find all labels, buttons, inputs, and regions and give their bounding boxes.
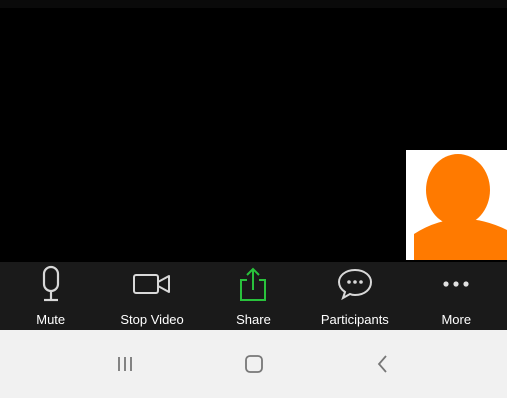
microphone-icon	[42, 265, 59, 302]
android-navigation-bar	[0, 330, 507, 398]
mute-button[interactable]: Mute	[3, 262, 99, 330]
participants-button[interactable]: Participants	[307, 262, 403, 330]
back-icon	[377, 355, 387, 373]
participants-label: Participants	[320, 312, 389, 327]
more-dots-icon	[443, 281, 469, 287]
back-button[interactable]	[353, 339, 413, 389]
self-video-thumbnail[interactable]	[406, 150, 507, 260]
mute-label: Mute	[36, 312, 66, 327]
participants-chat-icon	[337, 268, 372, 301]
video-camera-icon	[133, 274, 171, 294]
share-icon	[240, 267, 267, 301]
status-bar-strip	[0, 0, 507, 8]
more-label: More	[441, 312, 472, 327]
home-icon	[244, 355, 263, 373]
more-button[interactable]: More	[408, 262, 504, 330]
home-button[interactable]	[224, 339, 284, 389]
share-button[interactable]: Share	[205, 262, 301, 330]
share-label: Share	[236, 312, 271, 327]
meeting-toolbar: Mute Stop Video Share Participants More	[0, 262, 507, 330]
avatar-icon	[406, 150, 507, 260]
recent-apps-button[interactable]	[95, 339, 155, 389]
recent-apps-icon	[117, 357, 132, 371]
stop-video-button[interactable]: Stop Video	[104, 262, 200, 330]
stop-video-label: Stop Video	[120, 312, 184, 327]
